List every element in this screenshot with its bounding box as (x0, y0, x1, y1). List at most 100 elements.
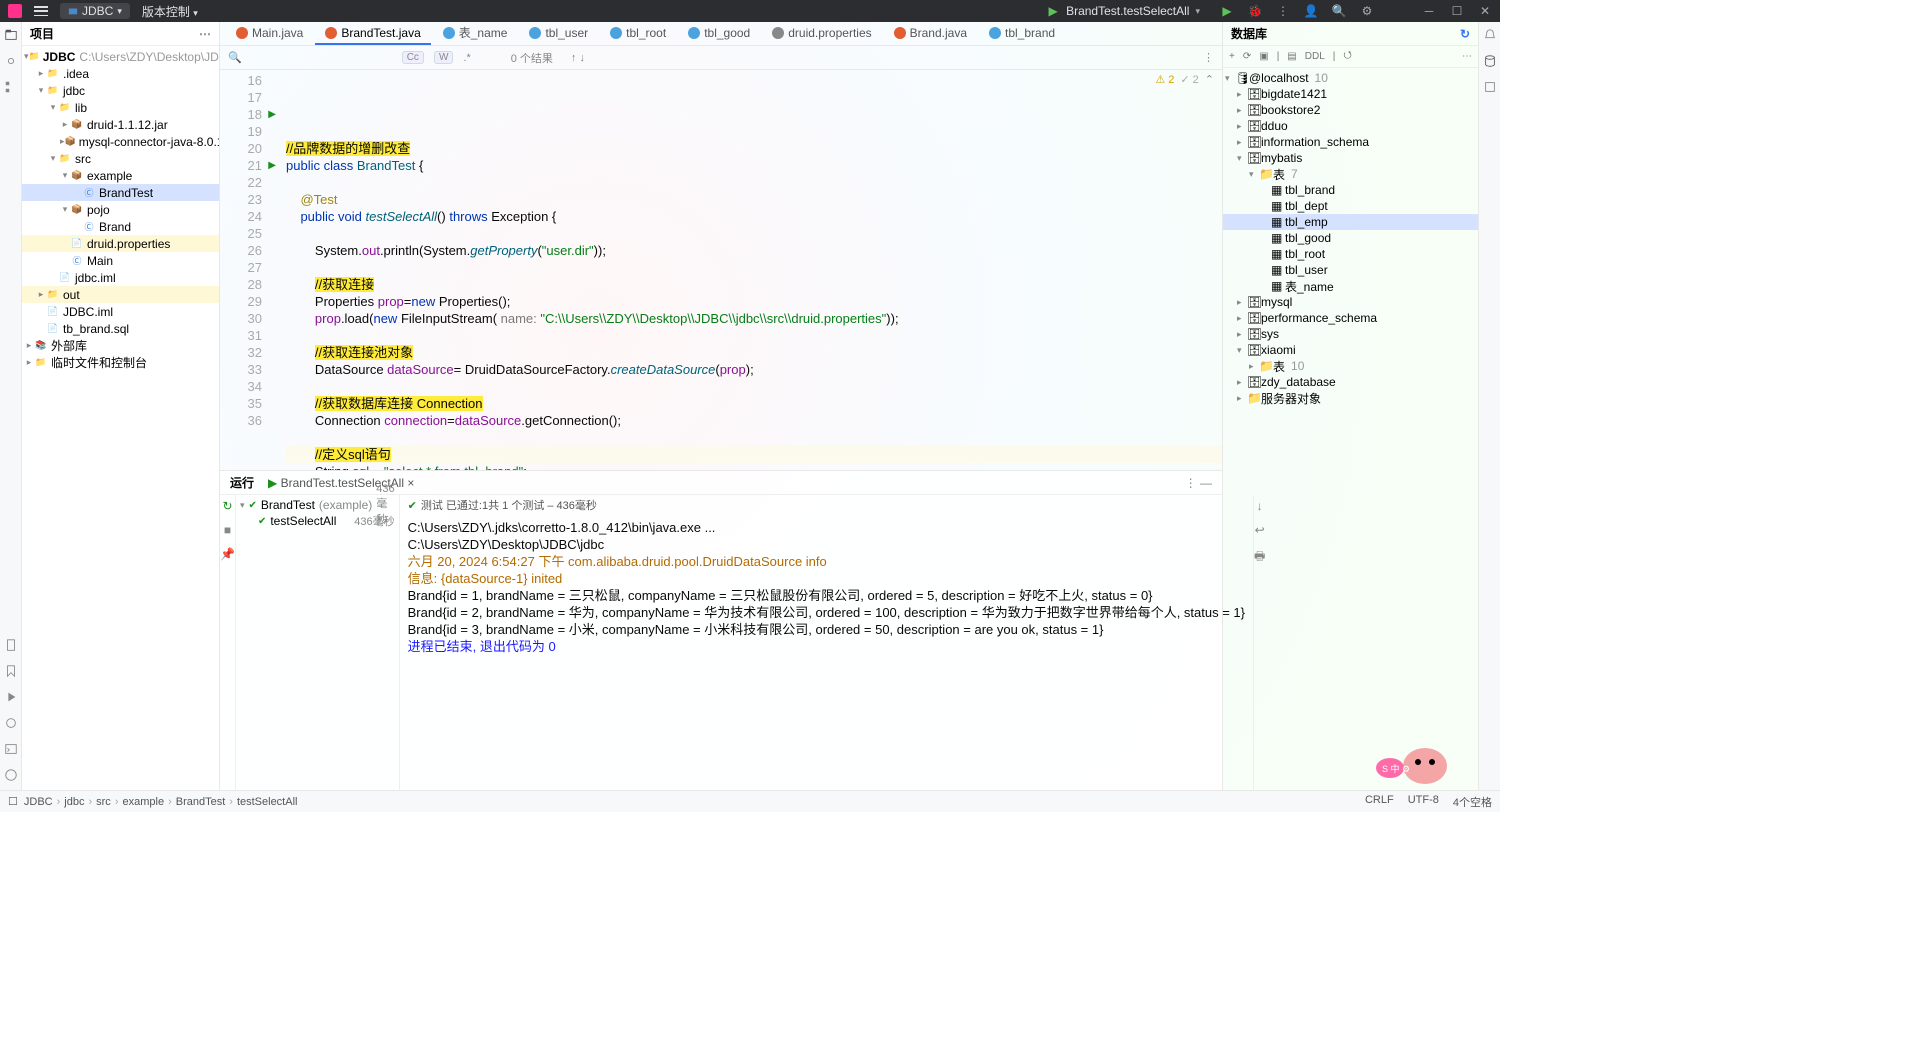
run-icon[interactable]: ▶ (1220, 4, 1234, 18)
db-refresh-icon[interactable]: ↻ (1460, 27, 1470, 41)
db-tree-item[interactable]: ▾🗄xiaomi (1223, 342, 1478, 358)
status-crlf[interactable]: CRLF (1365, 794, 1394, 810)
java-file-icon (236, 27, 248, 39)
db-tree-item[interactable]: ▸📁表10 (1223, 358, 1478, 374)
debug-icon[interactable]: 🐞 (1248, 4, 1262, 18)
editor-tab[interactable]: tbl_brand (979, 22, 1065, 45)
build-tool-icon[interactable] (4, 638, 18, 652)
search-small-icon[interactable]: 🔍 (228, 51, 242, 64)
db-tree[interactable]: ▾🛢@localhost10▸🗄bigdate1421▸🗄bookstore2▸… (1223, 68, 1478, 408)
settings-icon[interactable]: ⚙ (1360, 4, 1374, 18)
minimize-icon[interactable]: ─ (1422, 4, 1436, 18)
notifications-icon[interactable] (1483, 28, 1497, 42)
vcs-menu[interactable]: 版本控制 ▾ (142, 3, 198, 20)
db-tree-item[interactable]: ▸🗄information_schema (1223, 134, 1478, 150)
db-tree-item[interactable]: ▦tbl_brand (1223, 182, 1478, 198)
rerun-icon[interactable]: ↻ (222, 499, 232, 513)
project-tree[interactable]: ▾📁JDBCC:\Users\ZDY\Desktop\JDBC ▸📁.idea … (22, 46, 219, 373)
db-tree-item[interactable]: ▸🗄performance_schema (1223, 310, 1478, 326)
maven-tool-icon[interactable] (1483, 80, 1497, 94)
results-count: 0 个结果 (511, 50, 553, 66)
code-with-me-icon[interactable]: 👤 (1304, 4, 1318, 18)
db-tree-item[interactable]: ▾📁表7 (1223, 166, 1478, 182)
editor-tab[interactable]: tbl_user (519, 22, 598, 45)
db-toolbar[interactable]: + ⟳ ▣ | ▤ DDL | ⭯ ⋯ (1223, 46, 1478, 68)
editor-tab[interactable]: Main.java (226, 22, 313, 45)
breadcrumb-item[interactable]: src (96, 796, 111, 808)
terminal-tool-icon[interactable] (4, 742, 18, 756)
db-tree-item[interactable]: ▦tbl_good (1223, 230, 1478, 246)
panel-options-icon[interactable]: ⋯ (199, 27, 211, 41)
soft-wrap-icon[interactable]: ↩ (1255, 523, 1265, 537)
search-icon[interactable]: 🔍 (1332, 4, 1346, 18)
editor-tab[interactable]: tbl_root (600, 22, 676, 45)
db-ddl-button[interactable]: DDL (1305, 51, 1325, 62)
test-tree[interactable]: ▾✔BrandTest (example)436毫秒 ✔testSelectAl… (236, 495, 400, 790)
match-case-toggle[interactable]: Cc (402, 51, 424, 64)
db-tree-item[interactable]: ▸🗄zdy_database (1223, 374, 1478, 390)
editor-tab[interactable]: BrandTest.java (315, 22, 430, 45)
run-panel: 运行 ▶ BrandTest.testSelectAll × ⋮ — ↻ ■ 📌… (220, 470, 1222, 790)
more-run-icon[interactable]: ⋮ (1276, 4, 1290, 18)
breadcrumbs[interactable]: JDBC›jdbc›src›example›BrandTest›testSele… (24, 796, 298, 808)
bookmarks-tool-icon[interactable] (4, 664, 18, 678)
close-icon[interactable]: ✕ (1478, 4, 1492, 18)
db-more-icon[interactable]: ⋯ (1462, 51, 1472, 62)
db-tree-item[interactable]: ▦tbl_emp (1223, 214, 1478, 230)
run-config-selector[interactable]: ▶ BrandTest.testSelectAll ▾ (1040, 3, 1206, 19)
db-tree-item[interactable]: ▸🗄bookstore2 (1223, 102, 1478, 118)
java-file-icon (894, 27, 906, 39)
db-tx-icon[interactable]: ⭯ (1343, 48, 1351, 65)
db-tree-item[interactable]: ▸📁服务器对象 (1223, 390, 1478, 406)
main-menu-button[interactable] (34, 6, 48, 16)
maximize-icon[interactable]: ☐ (1450, 4, 1464, 18)
problems-tool-icon[interactable] (4, 768, 18, 782)
breadcrumb-item[interactable]: testSelectAll (237, 796, 298, 808)
print-icon[interactable]: 🖶 (1254, 547, 1265, 568)
status-bar: ☐ JDBC›jdbc›src›example›BrandTest›testSe… (0, 790, 1500, 812)
db-tree-item[interactable]: ▾🛢@localhost10 (1223, 70, 1478, 86)
editor-tab[interactable]: Brand.java (884, 22, 977, 45)
db-sync-icon[interactable]: ⟳ (1243, 51, 1251, 62)
tree-item-brandtest[interactable]: ⒸBrandTest (22, 184, 219, 201)
debug-tool-icon[interactable] (4, 716, 18, 730)
db-file-icon (989, 27, 1001, 39)
db-tree-item[interactable]: ▦tbl_root (1223, 246, 1478, 262)
run-panel-options-icon[interactable]: ⋮ — (1185, 476, 1212, 490)
project-dropdown[interactable]: JDBC ▾ (60, 3, 130, 19)
breadcrumb-item[interactable]: BrandTest (176, 796, 226, 808)
stop-icon[interactable]: ■ (224, 523, 231, 537)
db-console-icon[interactable]: ▣ (1259, 51, 1268, 62)
commit-tool-icon[interactable] (4, 54, 18, 68)
db-tree-item[interactable]: ▸🗄bigdate1421 (1223, 86, 1478, 102)
structure-tool-icon[interactable] (4, 80, 18, 94)
breadcrumb-item[interactable]: example (122, 796, 164, 808)
editor-tab[interactable]: druid.properties (762, 22, 881, 45)
editor-tab[interactable]: 表_name (433, 22, 518, 45)
database-tool-icon[interactable] (1483, 54, 1497, 68)
db-filter-icon[interactable]: ▤ (1287, 51, 1296, 62)
scroll-end-icon[interactable]: ↓ (1257, 499, 1263, 513)
db-tree-item[interactable]: ▸🗄dduo (1223, 118, 1478, 134)
db-tree-item[interactable]: ▸🗄sys (1223, 326, 1478, 342)
words-toggle[interactable]: W (434, 51, 453, 64)
db-tree-item[interactable]: ▾🗄mybatis (1223, 150, 1478, 166)
db-tree-item[interactable]: ▦表_name (1223, 278, 1478, 294)
inspection-widget[interactable]: ⚠ 2 ✓ 2 ⌃ (1155, 72, 1214, 89)
status-encoding[interactable]: UTF-8 (1408, 794, 1439, 810)
editor-tab[interactable]: tbl_good (678, 22, 760, 45)
breadcrumb-item[interactable]: JDBC (24, 796, 53, 808)
editor-opts-icon[interactable]: ⋮ (1203, 51, 1214, 64)
breadcrumb-item[interactable]: jdbc (64, 796, 84, 808)
db-tree-item[interactable]: ▸🗄mysql (1223, 294, 1478, 310)
console-output[interactable]: C:\Users\ZDY\.jdks\corretto-1.8.0_412\bi… (400, 515, 1253, 790)
run-tool-icon[interactable] (4, 690, 18, 704)
pin-icon[interactable]: 📌 (220, 547, 235, 561)
code-editor[interactable]: 161718▶192021▶22232425262728293031323334… (220, 70, 1222, 470)
db-tree-item[interactable]: ▦tbl_dept (1223, 198, 1478, 214)
status-indent[interactable]: 4个空格 (1453, 794, 1492, 810)
db-tree-item[interactable]: ▦tbl_user (1223, 262, 1478, 278)
project-tool-icon[interactable] (4, 28, 18, 42)
db-add-icon[interactable]: + (1229, 51, 1235, 62)
find-toolbar[interactable]: 🔍 Cc W .* 0 个结果 ↑ ↓ ⋮ (220, 46, 1222, 70)
